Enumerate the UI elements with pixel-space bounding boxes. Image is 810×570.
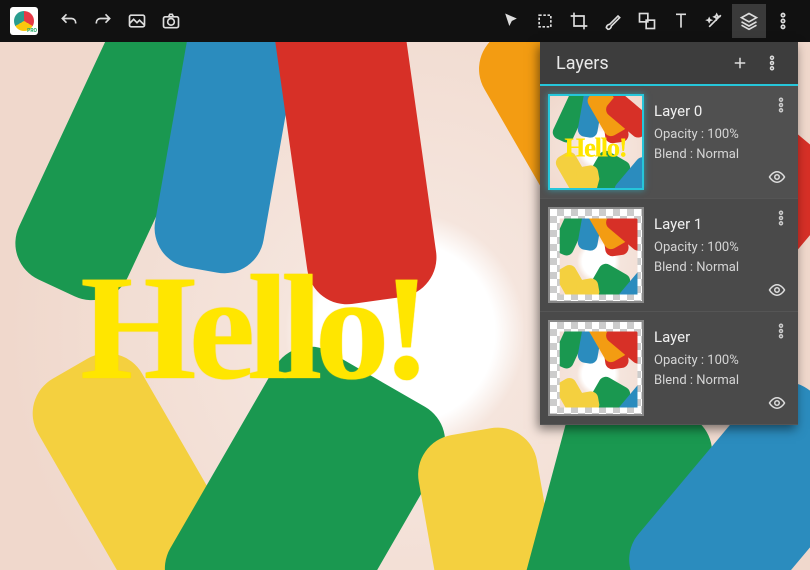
layer-row[interactable]: Layer 1 Opacity : 100% Blend : Normal [540, 199, 798, 312]
layers-panel-header: Layers [540, 42, 798, 86]
layers-panel-title: Layers [556, 53, 724, 74]
layer-more-icon[interactable] [768, 318, 794, 344]
shapes-icon[interactable] [630, 4, 664, 38]
brush-icon[interactable] [596, 4, 630, 38]
crop-icon[interactable] [562, 4, 596, 38]
layer-row[interactable]: Layer Opacity : 100% Blend : Normal [540, 312, 798, 425]
layer-blend: Blend : Normal [654, 145, 786, 165]
layers-panel-more-icon[interactable] [756, 47, 788, 79]
layer-blend: Blend : Normal [654, 371, 786, 391]
gallery-icon[interactable] [120, 4, 154, 38]
top-toolbar: PRO [0, 0, 810, 42]
undo-icon[interactable] [52, 4, 86, 38]
layer-more-icon[interactable] [768, 92, 794, 118]
layer-row[interactable]: Hello! Layer 0 Opacity : 100% Blend : No… [540, 86, 798, 199]
magic-icon[interactable] [698, 4, 732, 38]
layers-icon[interactable] [732, 4, 766, 38]
layer-name: Layer 1 [654, 213, 786, 236]
visibility-toggle-icon[interactable] [764, 277, 790, 303]
camera-icon[interactable] [154, 4, 188, 38]
layer-blend: Blend : Normal [654, 258, 786, 278]
more-icon[interactable] [766, 4, 800, 38]
canvas-text-overlay: Hello! [80, 242, 424, 414]
layer-thumbnail[interactable]: Hello! [548, 94, 644, 190]
layer-name: Layer [654, 326, 786, 349]
add-layer-button[interactable] [724, 47, 756, 79]
visibility-toggle-icon[interactable] [764, 390, 790, 416]
visibility-toggle-icon[interactable] [764, 164, 790, 190]
select-rect-icon[interactable] [528, 4, 562, 38]
layer-opacity: Opacity : 100% [654, 351, 786, 371]
layer-name: Layer 0 [654, 100, 786, 123]
text-icon[interactable] [664, 4, 698, 38]
layer-opacity: Opacity : 100% [654, 238, 786, 258]
layer-thumbnail[interactable] [548, 320, 644, 416]
layer-more-icon[interactable] [768, 205, 794, 231]
layers-panel: Layers Hello! Layer 0 Opacity : 100% Ble… [540, 42, 798, 425]
layer-opacity: Opacity : 100% [654, 125, 786, 145]
layer-thumbnail[interactable] [548, 207, 644, 303]
redo-icon[interactable] [86, 4, 120, 38]
pointer-icon[interactable] [494, 4, 528, 38]
app-logo: PRO [10, 7, 38, 35]
